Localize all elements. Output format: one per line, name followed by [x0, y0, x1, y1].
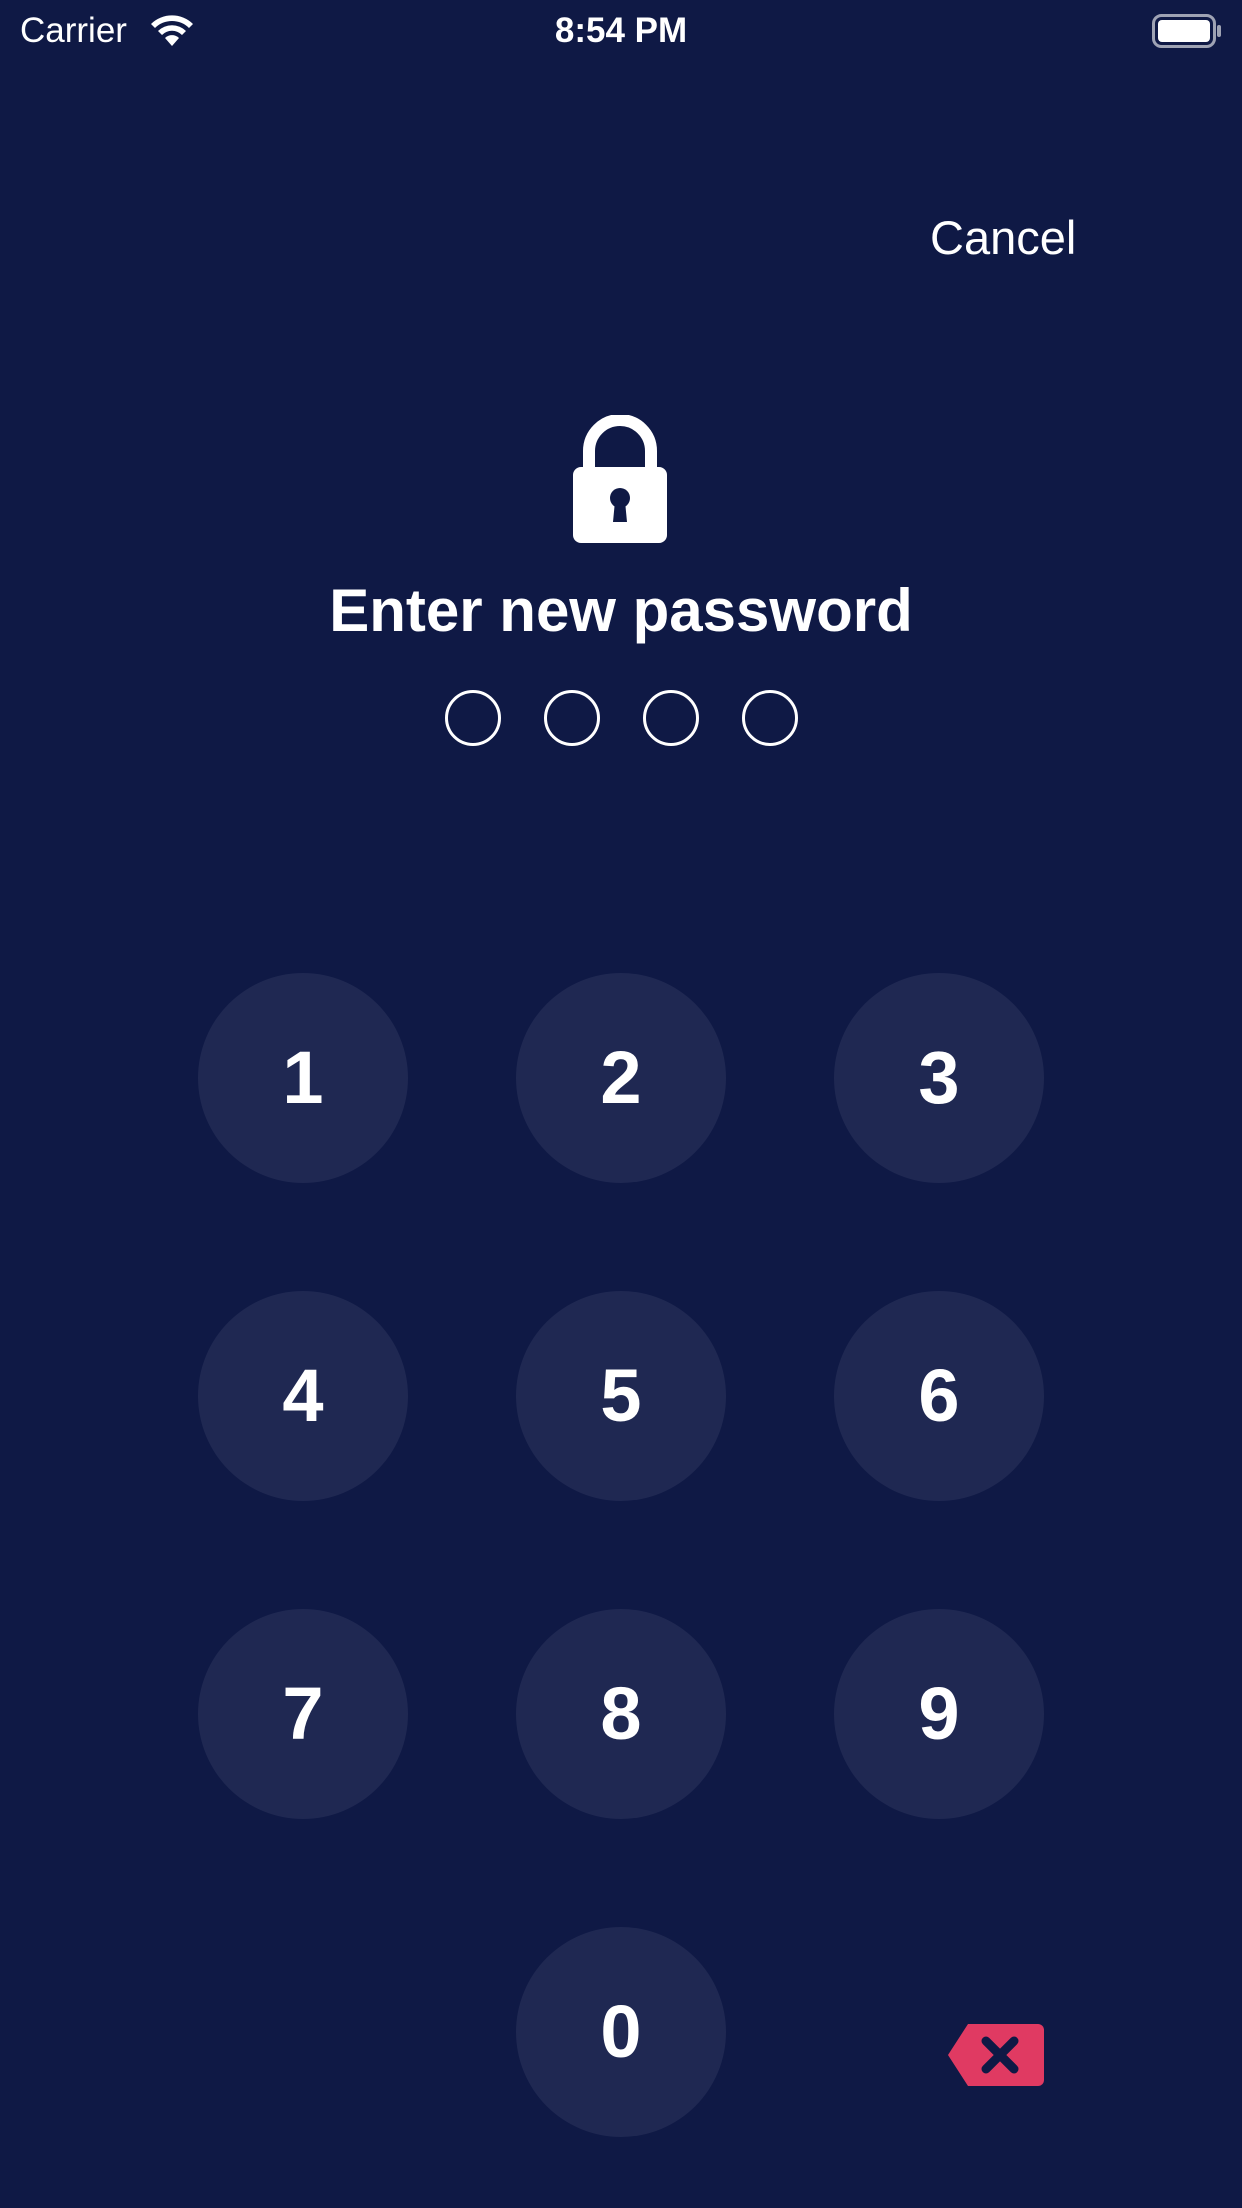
status-bar: Carrier 8:54 PM: [0, 0, 1242, 62]
key-1[interactable]: 1: [198, 973, 408, 1183]
passcode-dot: [742, 690, 798, 746]
key-3[interactable]: 3: [834, 973, 1044, 1183]
page-title: Enter new password: [329, 577, 913, 644]
battery-icon: [1152, 14, 1221, 48]
key-5[interactable]: 5: [516, 1291, 726, 1501]
key-8[interactable]: 8: [516, 1609, 726, 1819]
key-0[interactable]: 0: [516, 1927, 726, 2137]
lock-icon: [573, 415, 667, 543]
key-2[interactable]: 2: [516, 973, 726, 1183]
passcode-indicator: [445, 690, 798, 746]
passcode-dot: [643, 690, 699, 746]
key-9[interactable]: 9: [834, 1609, 1044, 1819]
key-4[interactable]: 4: [198, 1291, 408, 1501]
cancel-button[interactable]: Cancel: [930, 208, 1076, 268]
backspace-icon[interactable]: [946, 2020, 1046, 2090]
key-7[interactable]: 7: [198, 1609, 408, 1819]
passcode-dot: [445, 690, 501, 746]
status-time: 8:54 PM: [554, 11, 688, 50]
passcode-dot: [544, 690, 600, 746]
key-6[interactable]: 6: [834, 1291, 1044, 1501]
